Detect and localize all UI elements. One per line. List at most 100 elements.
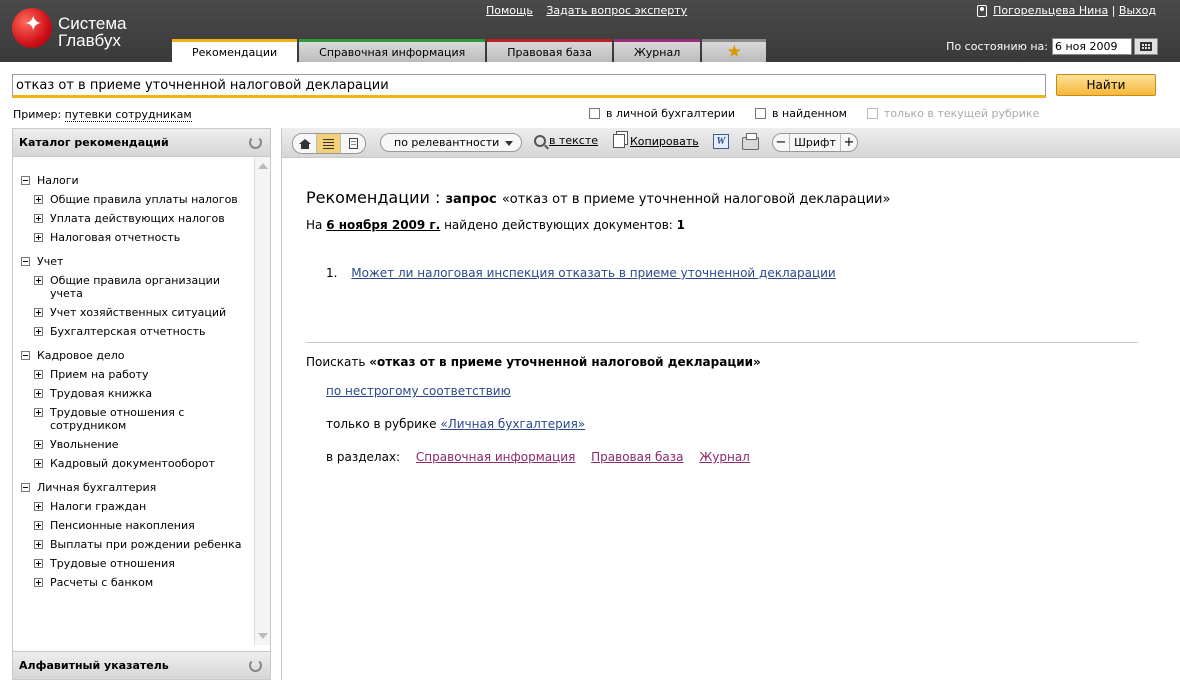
help-link[interactable]: Помощь <box>486 4 533 17</box>
export-word-button[interactable]: W <box>713 134 729 149</box>
document-view-button[interactable] <box>341 134 365 153</box>
search-options: в личной бухгалтерии в найденном только … <box>589 107 1059 120</box>
expand-icon[interactable] <box>34 502 43 511</box>
checkbox[interactable] <box>589 108 600 119</box>
tree-item[interactable]: Кадровый документооборот <box>34 454 254 473</box>
tab-favorites[interactable]: ★ <box>702 39 767 62</box>
expand-icon[interactable] <box>34 195 43 204</box>
tree-item[interactable]: Пенсионные накопления <box>34 516 254 535</box>
collapse-icon[interactable] <box>21 176 30 185</box>
tree-item[interactable]: Уплата действующих налогов <box>34 209 254 228</box>
printer-icon <box>742 133 759 150</box>
home-icon <box>298 138 311 149</box>
sidebar-scrollbar[interactable] <box>254 157 270 645</box>
alphabet-index-header[interactable]: Алфавитный указатель <box>13 651 270 679</box>
tab-reference-info[interactable]: Справочная информация <box>299 39 486 62</box>
tree-item[interactable]: Налоги граждан <box>34 497 254 516</box>
example-link[interactable]: путевки сотрудникам <box>64 108 192 122</box>
catalog-tree: Налоги Общие правила уплаты налогов Упла… <box>13 157 254 645</box>
expand-icon[interactable] <box>34 308 43 317</box>
sort-select[interactable]: по релевантности <box>380 133 522 152</box>
expand-icon[interactable] <box>34 276 43 285</box>
main-panel: по релевантности в тексте Копировать W −… <box>281 128 1180 680</box>
collapse-icon[interactable] <box>21 257 30 266</box>
tree-item[interactable]: Трудовые отношения <box>34 554 254 573</box>
list-item: 1. Может ли налоговая инспекция отказать… <box>326 266 836 280</box>
tree-item[interactable]: Учет хозяйственных ситуаций <box>34 303 254 322</box>
expand-icon[interactable] <box>34 540 43 549</box>
loose-match-link[interactable]: по нестрогому соответствию <box>326 384 511 398</box>
scroll-up-icon[interactable] <box>258 163 268 169</box>
tree-item[interactable]: Увольнение <box>34 435 254 454</box>
section-link-reference[interactable]: Справочная информация <box>416 450 575 464</box>
search-results: Рекомендации : запрос «отказ от в приеме… <box>306 188 1138 468</box>
tab-legal-base[interactable]: Правовая база <box>487 39 612 62</box>
section-link-legal[interactable]: Правовая база <box>591 450 683 464</box>
tree-item[interactable]: Выплаты при рождении ребенка <box>34 535 254 554</box>
expand-icon[interactable] <box>34 389 43 398</box>
expand-icon[interactable] <box>34 233 43 242</box>
tree-item[interactable]: Трудовые отношения с сотрудником <box>34 403 254 435</box>
result-link[interactable]: Может ли налоговая инспекция отказать в … <box>351 266 835 280</box>
tree-category[interactable]: Налоги <box>21 171 254 190</box>
tree-item[interactable]: Бухгалтерская отчетность <box>34 322 254 341</box>
expand-icon[interactable] <box>34 408 43 417</box>
tree-item[interactable]: Налоговая отчетность <box>34 228 254 247</box>
date-input[interactable] <box>1052 38 1132 55</box>
print-button[interactable] <box>742 133 759 150</box>
tree-item[interactable]: Общие правила организации учета <box>34 271 254 303</box>
alt-search-title: Поискать «отказ от в приеме уточненной н… <box>306 355 761 369</box>
find-button[interactable]: Найти <box>1056 74 1156 96</box>
found-count: 1 <box>676 218 686 232</box>
section-link-journal[interactable]: Журнал <box>699 450 750 464</box>
tree-category[interactable]: Личная бухгалтерия <box>21 478 254 497</box>
tree-item[interactable]: Прием на работу <box>34 365 254 384</box>
tree-category[interactable]: Учет <box>21 252 254 271</box>
option-in-found[interactable]: в найденном <box>755 107 847 120</box>
option-current-rubric: только в текущей рубрике <box>866 107 1039 120</box>
search-bar <box>12 74 1046 98</box>
expand-icon[interactable] <box>34 440 43 449</box>
expand-icon[interactable] <box>34 327 43 336</box>
tree-item[interactable]: Расчеты с банком <box>34 573 254 592</box>
list-view-button[interactable] <box>317 134 341 153</box>
app-header: ✦ Система Главбух Помощь Задать вопрос э… <box>0 0 1180 62</box>
collapse-icon[interactable] <box>21 483 30 492</box>
refresh-icon[interactable] <box>249 136 262 149</box>
search-in-text-button[interactable]: в тексте <box>534 134 598 147</box>
calendar-button[interactable] <box>1134 38 1158 55</box>
tab-recommendations[interactable]: Рекомендации <box>172 39 298 62</box>
search-input[interactable] <box>13 75 1045 95</box>
rubric-link[interactable]: «Личная бухгалтерия» <box>440 417 585 431</box>
copy-icon <box>613 134 625 148</box>
font-increase-button[interactable]: + <box>841 135 857 150</box>
font-decrease-button[interactable]: − <box>773 135 789 150</box>
option-personal-accounting[interactable]: в личной бухгалтерии <box>589 107 735 120</box>
refresh-icon[interactable] <box>249 659 262 672</box>
copy-button[interactable]: Копировать <box>613 134 699 148</box>
found-date: 6 ноября 2009 г. <box>326 218 441 232</box>
tree-category[interactable]: Кадровое дело <box>21 346 254 365</box>
home-button[interactable] <box>293 134 317 153</box>
expand-icon[interactable] <box>34 214 43 223</box>
tree-item[interactable]: Трудовая книжка <box>34 384 254 403</box>
expand-icon[interactable] <box>34 459 43 468</box>
expand-icon[interactable] <box>34 578 43 587</box>
alt-search-options: по нестрогому соответствию только в рубр… <box>326 384 750 464</box>
top-links: Помощь Задать вопрос эксперту <box>486 4 697 17</box>
scroll-down-icon[interactable] <box>258 633 268 639</box>
tree-group-taxes: Налоги Общие правила уплаты налогов Упла… <box>21 171 254 247</box>
checkbox[interactable] <box>755 108 767 119</box>
ask-expert-link[interactable]: Задать вопрос эксперту <box>546 4 687 17</box>
expand-icon[interactable] <box>34 370 43 379</box>
chevron-down-icon <box>505 141 513 146</box>
collapse-icon[interactable] <box>21 351 30 360</box>
expand-icon[interactable] <box>34 559 43 568</box>
user-name-link[interactable]: Погорельцева Нина <box>993 4 1108 17</box>
tree-item[interactable]: Общие правила уплаты налогов <box>34 190 254 209</box>
list-icon <box>323 138 334 149</box>
tab-journal[interactable]: Журнал <box>613 39 701 62</box>
expand-icon[interactable] <box>34 521 43 530</box>
logout-link[interactable]: Выход <box>1119 4 1156 17</box>
results-list: 1. Может ли налоговая инспекция отказать… <box>326 266 1138 280</box>
